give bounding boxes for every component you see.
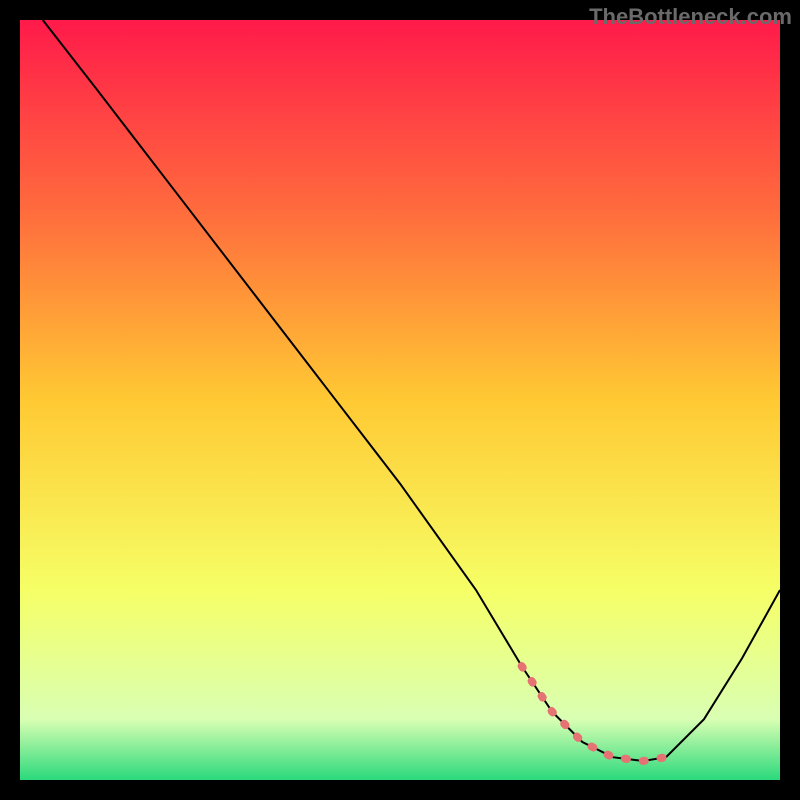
optimal-range-dots bbox=[522, 666, 666, 761]
curve-layer bbox=[20, 20, 780, 780]
bottleneck-curve bbox=[43, 20, 780, 761]
chart-container: TheBottleneck.com bbox=[0, 0, 800, 800]
watermark-text: TheBottleneck.com bbox=[589, 4, 792, 30]
plot-area bbox=[20, 20, 780, 780]
